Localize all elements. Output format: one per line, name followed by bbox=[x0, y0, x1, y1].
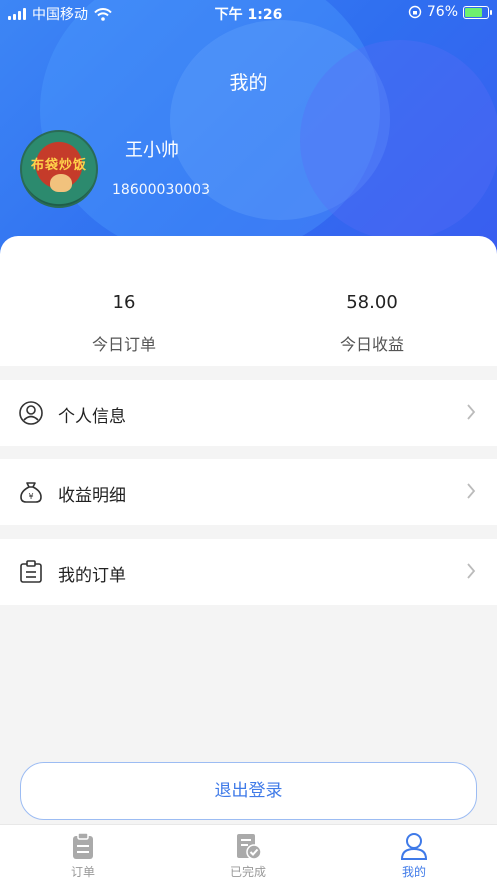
bottom-tab-bar: 订单 已完成 我的 bbox=[0, 824, 497, 883]
page-title: 我的 bbox=[229, 72, 268, 94]
avatar[interactable]: 布袋炒饭 bbox=[20, 130, 98, 208]
chevron-right-icon bbox=[467, 483, 476, 499]
menu-item-earnings-detail[interactable]: ¥ 收益明细 bbox=[0, 459, 497, 525]
menu-item-label: 收益明细 bbox=[58, 486, 126, 506]
tab-mine[interactable]: 我的 bbox=[364, 831, 464, 880]
tab-completed[interactable]: 已完成 bbox=[198, 831, 298, 880]
battery-icon bbox=[463, 5, 492, 19]
user-name: 王小帅 bbox=[125, 140, 179, 161]
stat-label: 今日收益 bbox=[339, 335, 404, 354]
chevron-right-icon bbox=[467, 404, 476, 420]
stats-card: 16 今日订单 58.00 今日收益 bbox=[0, 236, 497, 366]
avatar-logo-bag-icon bbox=[50, 174, 72, 192]
stat-today-orders[interactable]: 16 今日订单 bbox=[0, 292, 248, 355]
user-phone: 18600030003 bbox=[112, 182, 210, 198]
tab-label: 我的 bbox=[401, 865, 426, 879]
wifi-icon bbox=[94, 7, 112, 21]
menu-item-label: 个人信息 bbox=[58, 407, 126, 427]
orientation-lock-icon bbox=[408, 5, 422, 19]
user-circle-icon bbox=[19, 401, 43, 425]
tab-orders[interactable]: 订单 bbox=[33, 831, 133, 880]
stat-today-earnings[interactable]: 58.00 今日收益 bbox=[248, 292, 496, 355]
logout-button[interactable]: 退出登录 bbox=[20, 762, 477, 820]
status-bar: 中国移动 下午 1:26 76% bbox=[0, 0, 497, 26]
stat-value: 16 bbox=[112, 292, 136, 313]
user-icon bbox=[400, 833, 428, 860]
stat-value: 58.00 bbox=[346, 292, 398, 313]
profile-header: 中国移动 下午 1:26 76% 我的 布袋炒饭 王小帅 18600030003 bbox=[0, 0, 497, 260]
carrier-name: 中国移动 bbox=[32, 7, 88, 23]
clipboard-list-icon bbox=[20, 560, 42, 583]
menu-item-label: 我的订单 bbox=[58, 566, 126, 586]
money-bag-icon: ¥ bbox=[20, 482, 42, 503]
signal-icon bbox=[8, 8, 26, 20]
menu-item-my-orders[interactable]: 我的订单 bbox=[0, 539, 497, 605]
document-check-icon bbox=[237, 834, 262, 860]
chevron-right-icon bbox=[467, 563, 476, 579]
menu-item-personal-info[interactable]: 个人信息 bbox=[0, 380, 497, 446]
avatar-logo-text: 布袋炒饭 bbox=[30, 158, 87, 173]
tab-label: 订单 bbox=[70, 865, 95, 879]
clipboard-icon bbox=[73, 832, 93, 859]
tab-label: 已完成 bbox=[229, 865, 266, 879]
svg-text:¥: ¥ bbox=[28, 492, 33, 501]
stat-label: 今日订单 bbox=[91, 335, 156, 354]
battery-percent: 76% bbox=[426, 4, 458, 20]
